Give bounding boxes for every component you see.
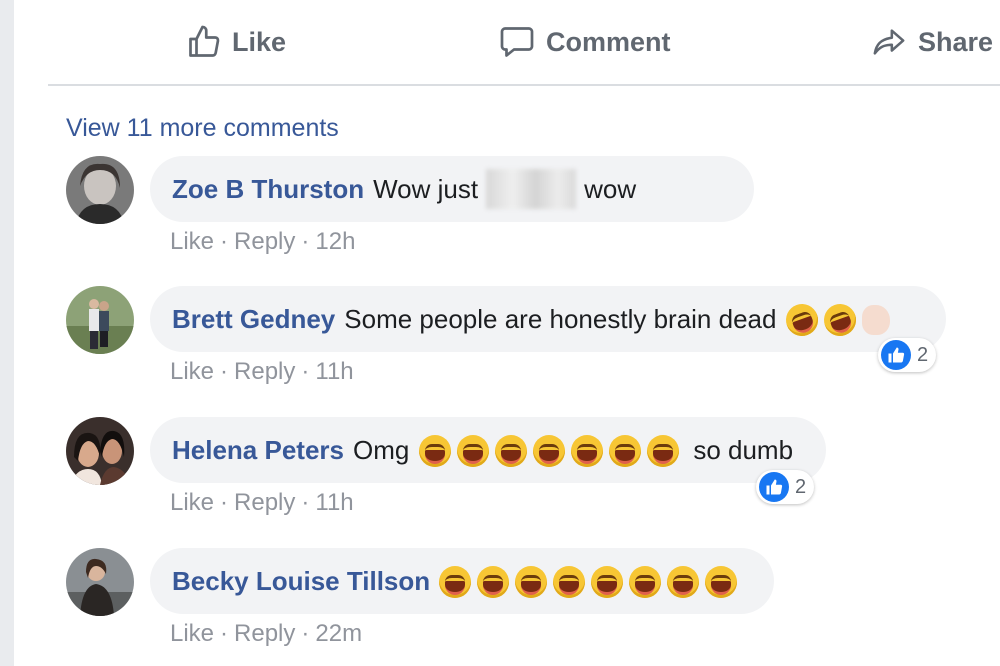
post-action-bar: Like Comment Share bbox=[48, 0, 1000, 86]
comment-reply-link[interactable]: Reply bbox=[234, 228, 295, 255]
comment-button[interactable]: Comment bbox=[498, 22, 671, 62]
view-more-comments-link[interactable]: View 11 more comments bbox=[66, 114, 339, 143]
joy-emoji-icon bbox=[419, 434, 452, 467]
joy-emoji-icon bbox=[553, 565, 586, 598]
comment-timestamp[interactable]: 12h bbox=[315, 228, 355, 255]
comment-bubble: Helena Peters Omg so dumb bbox=[150, 417, 826, 483]
joy-emoji-icon bbox=[609, 434, 642, 467]
comment-timestamp[interactable]: 11h bbox=[315, 489, 353, 516]
joy-emoji-icon bbox=[647, 434, 680, 467]
comment-like-link[interactable]: Like bbox=[170, 358, 214, 385]
speech-bubble-icon bbox=[500, 27, 534, 57]
comment-reply-link[interactable]: Reply bbox=[234, 620, 295, 647]
comment-text: Some people are honestly brain dead bbox=[344, 303, 777, 334]
rofl-emoji-icon bbox=[781, 299, 823, 341]
comment-meta: Like · Reply · 12h bbox=[170, 228, 355, 256]
meta-separator: · bbox=[220, 620, 229, 647]
comment-bubble: Brett Gedney Some people are honestly br… bbox=[150, 286, 946, 352]
comment-author[interactable]: Becky Louise Tillson bbox=[172, 566, 430, 597]
comment-bubble: Zoe B Thurston Wow just wow bbox=[150, 156, 754, 222]
meta-separator: · bbox=[301, 489, 310, 516]
meta-separator: · bbox=[301, 358, 310, 385]
reaction-count: 2 bbox=[795, 475, 807, 498]
joy-emoji-icon bbox=[439, 565, 472, 598]
joy-emoji-icon bbox=[533, 434, 566, 467]
comment-text: Wow just bbox=[373, 173, 479, 204]
emoji-group bbox=[781, 299, 891, 341]
comment-timestamp[interactable]: 22m bbox=[315, 620, 362, 647]
joy-emoji-icon bbox=[477, 565, 510, 598]
joy-emoji-icon bbox=[591, 565, 624, 598]
reaction-summary[interactable]: 2 bbox=[756, 470, 815, 504]
blurred-redaction bbox=[486, 169, 577, 209]
comment-meta: Like · Reply · 11h bbox=[170, 489, 354, 517]
comment-text-end: so dumb bbox=[693, 434, 794, 465]
share-label: Share bbox=[918, 26, 994, 57]
joy-emoji-icon bbox=[629, 565, 662, 598]
comment-text: Omg bbox=[352, 434, 410, 465]
emoji-group bbox=[419, 433, 685, 467]
share-arrow-icon bbox=[873, 29, 905, 55]
joy-emoji-icon bbox=[571, 434, 604, 467]
meta-separator: · bbox=[220, 228, 229, 255]
joy-emoji-icon bbox=[705, 565, 738, 598]
comment-timestamp[interactable]: 11h bbox=[315, 358, 353, 385]
meta-separator: · bbox=[301, 620, 310, 647]
avatar[interactable] bbox=[66, 286, 134, 354]
comment-author[interactable]: Zoe B Thurston bbox=[172, 174, 364, 205]
emoji-group bbox=[439, 564, 743, 598]
comment-like-link[interactable]: Like bbox=[170, 228, 214, 255]
avatar[interactable] bbox=[66, 417, 134, 485]
waving-hand-emoji-icon bbox=[862, 304, 891, 335]
comment-author[interactable]: Brett Gedney bbox=[172, 304, 335, 335]
like-button[interactable]: Like bbox=[186, 22, 286, 62]
joy-emoji-icon bbox=[667, 565, 700, 598]
comment-meta: Like · Reply · 22m bbox=[170, 620, 362, 648]
comment-label: Comment bbox=[546, 26, 671, 57]
comment-reply-link[interactable]: Reply bbox=[234, 358, 295, 385]
meta-separator: · bbox=[220, 358, 229, 385]
like-label: Like bbox=[232, 26, 287, 57]
joy-emoji-icon bbox=[457, 434, 490, 467]
comment-like-link[interactable]: Like bbox=[170, 489, 214, 516]
rofl-emoji-icon bbox=[819, 299, 861, 341]
comment-text-end: wow bbox=[584, 173, 637, 204]
joy-emoji-icon bbox=[495, 434, 528, 467]
reaction-count: 2 bbox=[917, 343, 929, 366]
comment-author[interactable]: Helena Peters bbox=[172, 435, 344, 466]
avatar[interactable] bbox=[66, 548, 134, 616]
comment-reply-link[interactable]: Reply bbox=[234, 489, 295, 516]
meta-separator: · bbox=[301, 228, 310, 255]
thumbs-up-icon bbox=[189, 25, 220, 57]
feed-left-margin bbox=[0, 0, 14, 666]
meta-separator: · bbox=[220, 489, 229, 516]
comment-meta: Like · Reply · 11h bbox=[170, 358, 354, 386]
avatar[interactable] bbox=[66, 156, 134, 224]
comment-like-link[interactable]: Like bbox=[170, 620, 214, 647]
reaction-summary[interactable]: 2 bbox=[878, 338, 937, 372]
share-button[interactable]: Share bbox=[870, 22, 993, 62]
like-reaction-icon bbox=[759, 472, 789, 502]
comment-bubble: Becky Louise Tillson bbox=[150, 548, 774, 614]
joy-emoji-icon bbox=[515, 565, 548, 598]
like-reaction-icon bbox=[881, 340, 911, 370]
